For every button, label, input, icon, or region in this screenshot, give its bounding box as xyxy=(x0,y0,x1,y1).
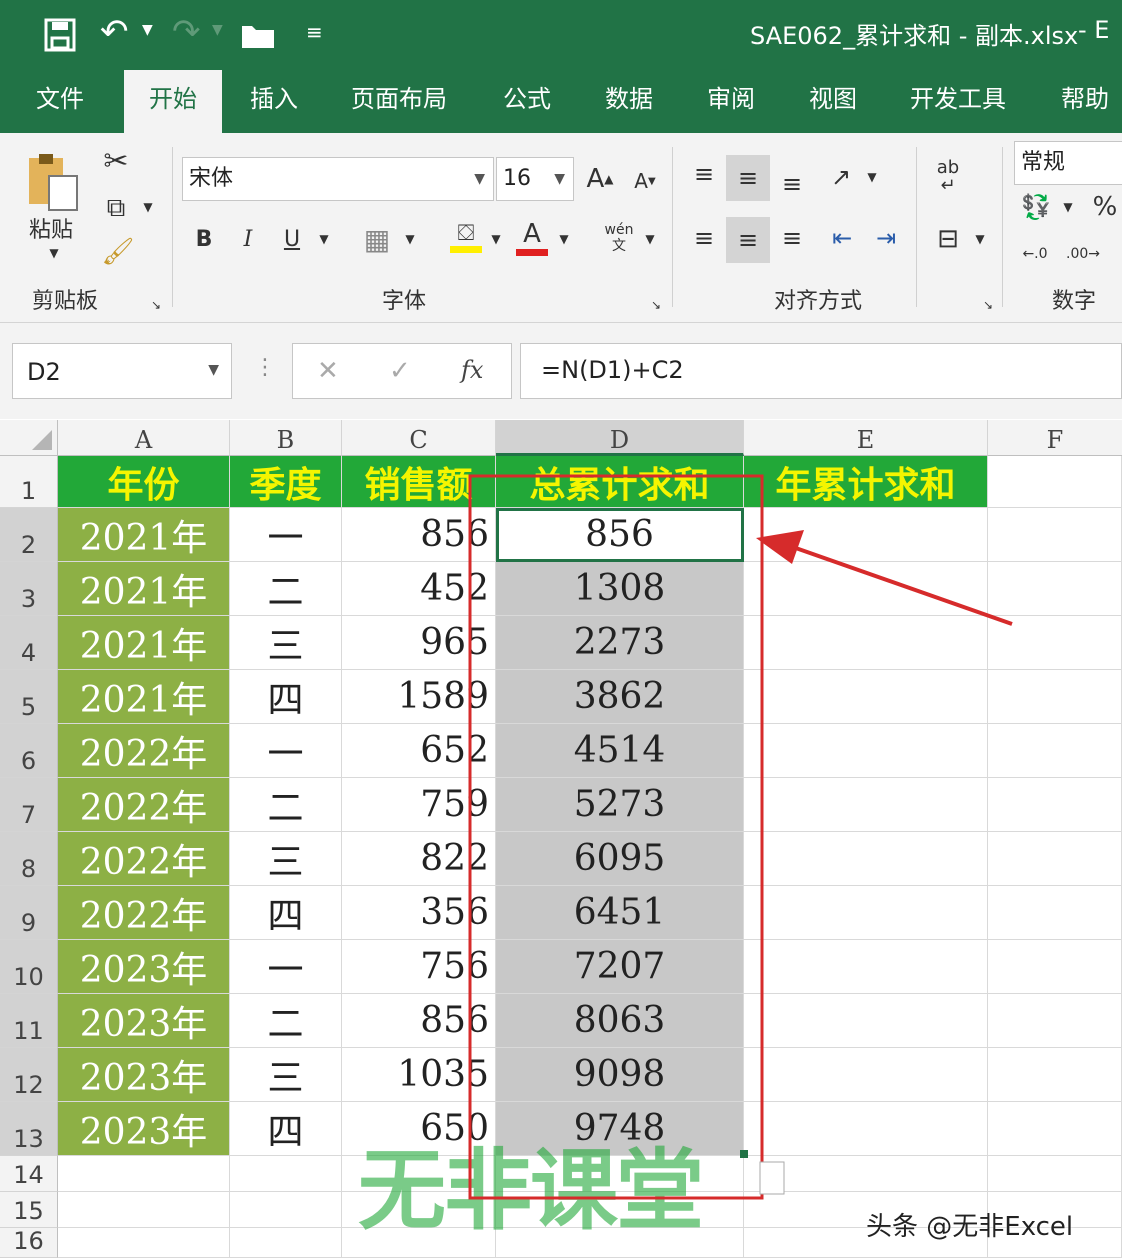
fill-handle[interactable] xyxy=(740,1150,748,1158)
annotation-overlay xyxy=(468,474,1013,1200)
highlight-box xyxy=(468,474,764,1200)
quick-analysis-icon[interactable] xyxy=(759,1161,785,1195)
annotation-arrow-line xyxy=(789,544,1013,626)
